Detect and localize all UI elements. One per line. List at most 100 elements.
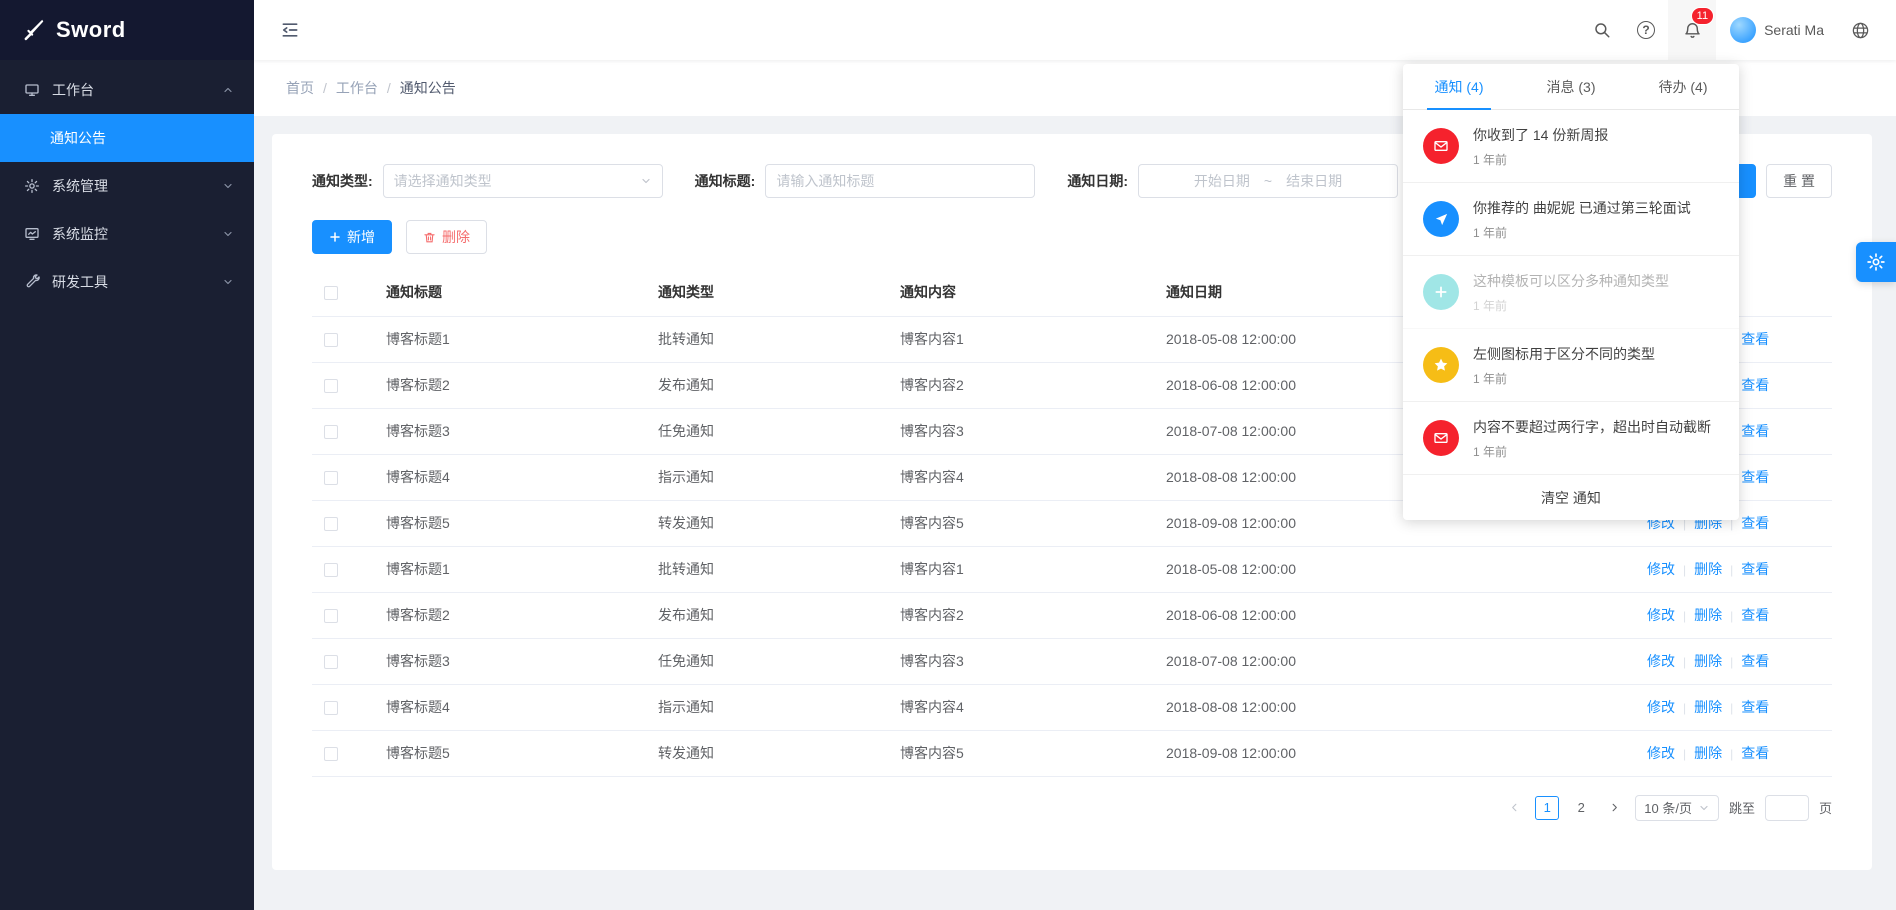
- app-root: Sword 工作台 通知公告 系统管理 系统监控: [0, 0, 1896, 910]
- delete-link[interactable]: 删除: [1694, 607, 1722, 623]
- reset-button[interactable]: 重 置: [1766, 164, 1832, 198]
- chevron-down-icon: [222, 180, 234, 192]
- sidebar-item-system-management[interactable]: 系统管理: [0, 162, 254, 210]
- search-icon[interactable]: [1580, 0, 1624, 60]
- filter-notice-date: 通知日期: 开始日期 ~ 结束日期: [1067, 164, 1398, 198]
- chevron-left-icon: [1509, 802, 1520, 813]
- view-link[interactable]: 查看: [1741, 377, 1769, 393]
- jump-page-input[interactable]: [1765, 795, 1809, 821]
- notice-type-select[interactable]: 请选择通知类型: [383, 164, 663, 198]
- delete-button[interactable]: 删除: [406, 220, 487, 254]
- prev-page-button[interactable]: [1503, 796, 1525, 820]
- notification-item[interactable]: 这种模板可以区分多种通知类型 1 年前: [1403, 256, 1739, 329]
- select-placeholder: 请选择通知类型: [394, 171, 492, 191]
- app-logo[interactable]: Sword: [0, 0, 254, 60]
- row-checkbox[interactable]: [324, 471, 338, 485]
- notification-item[interactable]: 左侧图标用于区分不同的类型 1 年前: [1403, 329, 1739, 402]
- page-1-button[interactable]: 1: [1535, 796, 1559, 820]
- cell-content: 博客内容4: [890, 454, 1156, 500]
- notification-item[interactable]: 你推荐的 曲妮妮 已通过第三轮面试 1 年前: [1403, 183, 1739, 256]
- row-checkbox[interactable]: [324, 747, 338, 761]
- notice-date-range[interactable]: 开始日期 ~ 结束日期: [1138, 164, 1398, 198]
- tab-notifications[interactable]: 通知 (4): [1403, 64, 1515, 109]
- edit-link[interactable]: 修改: [1647, 653, 1675, 669]
- cell-type: 批转通知: [648, 316, 890, 362]
- row-checkbox[interactable]: [324, 563, 338, 577]
- notification-title: 左侧图标用于区分不同的类型: [1473, 344, 1655, 364]
- notification-dropdown: 通知 (4) 消息 (3) 待办 (4) 你收到了 14 份新周报 1 年前 你…: [1403, 64, 1739, 520]
- sidebar-item-notice[interactable]: 通知公告: [0, 114, 254, 162]
- mail-icon: [1423, 420, 1459, 456]
- edit-link[interactable]: 修改: [1647, 561, 1675, 577]
- sidebar-item-dev-tools[interactable]: 研发工具: [0, 258, 254, 306]
- view-link[interactable]: 查看: [1741, 607, 1769, 623]
- notification-badge: 11: [1691, 7, 1714, 25]
- delete-link[interactable]: 删除: [1694, 745, 1722, 761]
- theme-settings-button[interactable]: [1856, 242, 1896, 282]
- notice-date-label: 通知日期:: [1067, 171, 1128, 191]
- notification-tabs: 通知 (4) 消息 (3) 待办 (4): [1403, 64, 1739, 110]
- cell-date: 2018-06-08 12:00:00: [1156, 592, 1637, 638]
- view-link[interactable]: 查看: [1741, 653, 1769, 669]
- row-checkbox[interactable]: [324, 425, 338, 439]
- notification-item[interactable]: 内容不要超过两行字，超出时自动截断 1 年前: [1403, 402, 1739, 475]
- view-link[interactable]: 查看: [1741, 331, 1769, 347]
- row-checkbox[interactable]: [324, 609, 338, 623]
- delete-link[interactable]: 删除: [1694, 561, 1722, 577]
- help-icon[interactable]: ?: [1624, 0, 1668, 60]
- menu-fold-icon[interactable]: [280, 20, 300, 40]
- breadcrumb-workbench[interactable]: 工作台: [336, 78, 378, 98]
- notice-title-label: 通知标题:: [695, 171, 756, 191]
- view-link[interactable]: 查看: [1741, 515, 1769, 531]
- breadcrumb-separator: /: [323, 80, 327, 96]
- breadcrumb-home[interactable]: 首页: [286, 78, 314, 98]
- view-link[interactable]: 查看: [1741, 561, 1769, 577]
- chevron-down-icon: [222, 276, 234, 288]
- page-size-select[interactable]: 10 条/页: [1635, 795, 1719, 821]
- tab-todos[interactable]: 待办 (4): [1627, 64, 1739, 109]
- table-row: 博客标题4 指示通知 博客内容4 2018-08-08 12:00:00 修改|…: [312, 684, 1832, 730]
- delete-link[interactable]: 删除: [1694, 699, 1722, 715]
- mail-icon: [1423, 128, 1459, 164]
- row-checkbox[interactable]: [324, 701, 338, 715]
- notification-title: 你推荐的 曲妮妮 已通过第三轮面试: [1473, 198, 1691, 218]
- sword-logo-icon: [20, 17, 46, 43]
- tab-messages[interactable]: 消息 (3): [1515, 64, 1627, 109]
- cell-content: 博客内容1: [890, 316, 1156, 362]
- row-checkbox[interactable]: [324, 517, 338, 531]
- sidebar-item-workbench[interactable]: 工作台: [0, 66, 254, 114]
- globe-icon[interactable]: [1838, 0, 1882, 60]
- row-checkbox[interactable]: [324, 333, 338, 347]
- page-2-button[interactable]: 2: [1569, 796, 1593, 820]
- user-menu[interactable]: Serati Ma: [1716, 0, 1838, 60]
- view-link[interactable]: 查看: [1741, 469, 1769, 485]
- select-all-checkbox[interactable]: [324, 286, 338, 300]
- cell-date: 2018-07-08 12:00:00: [1156, 638, 1637, 684]
- row-checkbox[interactable]: [324, 379, 338, 393]
- view-link[interactable]: 查看: [1741, 699, 1769, 715]
- cell-type: 转发通知: [648, 500, 890, 546]
- cell-title: 博客标题2: [376, 362, 648, 408]
- cell-title: 博客标题3: [376, 638, 648, 684]
- clear-notifications-button[interactable]: 清空 通知: [1403, 475, 1739, 520]
- add-button[interactable]: 新增: [312, 220, 392, 254]
- topbar: ? 11 Serati Ma: [254, 0, 1896, 60]
- edit-link[interactable]: 修改: [1647, 607, 1675, 623]
- view-link[interactable]: 查看: [1741, 745, 1769, 761]
- edit-link[interactable]: 修改: [1647, 699, 1675, 715]
- row-checkbox[interactable]: [324, 655, 338, 669]
- notifications-button[interactable]: 11: [1668, 0, 1716, 60]
- notification-item[interactable]: 你收到了 14 份新周报 1 年前: [1403, 110, 1739, 183]
- notification-time: 1 年前: [1473, 370, 1655, 387]
- sidebar-item-system-monitor[interactable]: 系统监控: [0, 210, 254, 258]
- edit-link[interactable]: 修改: [1647, 745, 1675, 761]
- column-header-type: 通知类型: [648, 268, 890, 316]
- notice-title-input[interactable]: [765, 164, 1035, 198]
- notification-time: 1 年前: [1473, 443, 1711, 460]
- delete-link[interactable]: 删除: [1694, 653, 1722, 669]
- sidebar-submenu-workbench: 通知公告: [0, 114, 254, 162]
- trash-icon: [423, 231, 436, 244]
- sidebar-item-label: 通知公告: [50, 128, 106, 148]
- next-page-button[interactable]: [1603, 796, 1625, 820]
- view-link[interactable]: 查看: [1741, 423, 1769, 439]
